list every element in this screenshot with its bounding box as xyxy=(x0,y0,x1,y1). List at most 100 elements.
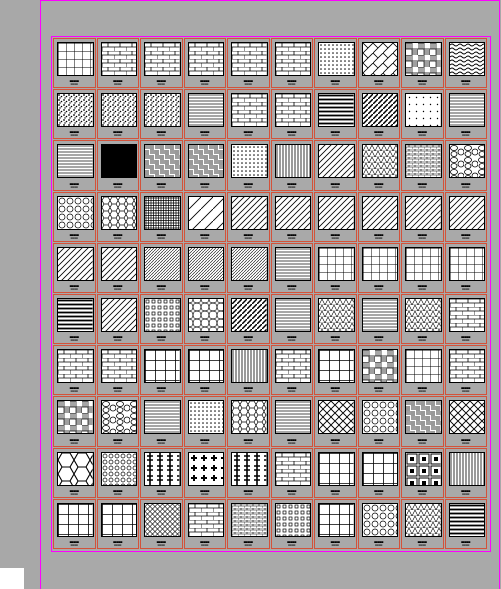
hatch-swatch-star[interactable]: ■■■■■ ▬▬▬▬ xyxy=(183,294,226,345)
hatch-swatch-lines-h[interactable]: ■■■■■ ▬▬▬▬ xyxy=(270,294,313,345)
hatch-swatch-diag[interactable]: ■■■■■ ▬▬▬▬ xyxy=(444,191,487,242)
hatch-swatch-diamond[interactable]: ■■■■■ ▬▬▬▬ xyxy=(444,396,487,447)
hatch-swatch-hex[interactable]: ■■■■■ ▬▬▬▬ xyxy=(227,396,270,447)
hatch-swatch-triangles[interactable]: ■■■■■ ▬▬▬▬ xyxy=(401,294,444,345)
hatch-swatch-noise[interactable]: ■■■■■ ▬▬▬▬ xyxy=(96,89,139,140)
hatch-swatch-weave[interactable]: ■■■■■ ▬▬▬▬ xyxy=(183,140,226,191)
hatch-swatch-lines-h[interactable]: ■■■■■ ▬▬▬▬ xyxy=(270,242,313,293)
hatch-swatch-grid-big[interactable]: ■■■■■ ▬▬▬▬ xyxy=(96,498,139,549)
hatch-swatch-diag[interactable]: ■■■■■ ▬▬▬▬ xyxy=(270,191,313,242)
hatch-swatch-lines-h[interactable]: ■■■■■ ▬▬▬▬ xyxy=(270,396,313,447)
hatch-swatch-weave[interactable]: ■■■■■ ▬▬▬▬ xyxy=(140,140,183,191)
hatch-swatch-ornament[interactable]: ■■■■■ ▬▬▬▬ xyxy=(227,447,270,498)
hatch-swatch-diag[interactable]: ■■■■■ ▬▬▬▬ xyxy=(314,191,357,242)
hatch-swatch-ornament[interactable]: ■■■■■ ▬▬▬▬ xyxy=(140,447,183,498)
hatch-swatch-grid-dots[interactable]: ■■■■■ ▬▬▬▬ xyxy=(270,498,313,549)
hatch-swatch-brick[interactable]: ■■■■■ ▬▬▬▬ xyxy=(270,38,313,89)
hatch-swatch-grid[interactable]: ■■■■■ ▬▬▬▬ xyxy=(314,242,357,293)
hatch-swatch-diamond-small[interactable]: ■■■■■ ▬▬▬▬ xyxy=(140,498,183,549)
hatch-swatch-grid-big[interactable]: ■■■■■ ▬▬▬▬ xyxy=(183,345,226,396)
hatch-swatch-hex-circles[interactable]: ■■■■■ ▬▬▬▬ xyxy=(53,191,96,242)
hatch-swatch-brick[interactable]: ■■■■■ ▬▬▬▬ xyxy=(227,38,270,89)
hatch-swatch-lines-h[interactable]: ■■■■■ ▬▬▬▬ xyxy=(140,396,183,447)
hatch-swatch-brick[interactable]: ■■■■■ ▬▬▬▬ xyxy=(444,294,487,345)
hatch-swatch-brick[interactable]: ■■■■■ ▬▬▬▬ xyxy=(270,89,313,140)
hatch-swatch-lines-h-thick[interactable]: ■■■■■ ▬▬▬▬ xyxy=(314,89,357,140)
hatch-swatch-diag[interactable]: ■■■■■ ▬▬▬▬ xyxy=(53,242,96,293)
hatch-swatch-vert-dense[interactable]: ■■■■■ ▬▬▬▬ xyxy=(270,140,313,191)
hatch-swatch-brick[interactable]: ■■■■■ ▬▬▬▬ xyxy=(96,345,139,396)
hatch-swatch-dots-sparse[interactable]: ■■■■■ ▬▬▬▬ xyxy=(401,89,444,140)
hatch-swatch-noise[interactable]: ■■■■■ ▬▬▬▬ xyxy=(53,89,96,140)
hatch-swatch-dots[interactable]: ■■■■■ ▬▬▬▬ xyxy=(314,38,357,89)
hatch-swatch-circles[interactable]: ■■■■■ ▬▬▬▬ xyxy=(96,447,139,498)
hatch-swatch-hex[interactable]: ■■■■■ ▬▬▬▬ xyxy=(96,191,139,242)
hatch-swatch-grid-big[interactable]: ■■■■■ ▬▬▬▬ xyxy=(314,498,357,549)
hatch-swatch-solid[interactable]: ■■■■■ ▬▬▬▬ xyxy=(96,140,139,191)
hatch-swatch-square-ornament[interactable]: ■■■■■ ▬▬▬▬ xyxy=(401,447,444,498)
hatch-swatch-lines-h-thick[interactable]: ■■■■■ ▬▬▬▬ xyxy=(53,294,96,345)
hatch-swatch-grid-big[interactable]: ■■■■■ ▬▬▬▬ xyxy=(314,447,357,498)
hatch-swatch-stones[interactable]: ■■■■■ ▬▬▬▬ xyxy=(96,396,139,447)
hatch-swatch-grid-big[interactable]: ■■■■■ ▬▬▬▬ xyxy=(357,447,400,498)
hatch-swatch-triangles[interactable]: ■■■■■ ▬▬▬▬ xyxy=(401,498,444,549)
hatch-swatch-triangles[interactable]: ■■■■■ ▬▬▬▬ xyxy=(314,294,357,345)
hatch-swatch-wave[interactable]: ■■■■■ ▬▬▬▬ xyxy=(444,38,487,89)
hatch-swatch-brick[interactable]: ■■■■■ ▬▬▬▬ xyxy=(53,345,96,396)
hatch-swatch-diag[interactable]: ■■■■■ ▬▬▬▬ xyxy=(96,294,139,345)
hatch-swatch-herring[interactable]: ■■■■■ ▬▬▬▬ xyxy=(357,38,400,89)
hatch-swatch-hex-big[interactable]: ■■■■■ ▬▬▬▬ xyxy=(53,447,96,498)
hatch-swatch-hex-circles[interactable]: ■■■■■ ▬▬▬▬ xyxy=(357,396,400,447)
hatch-swatch-vert-dense[interactable]: ■■■■■ ▬▬▬▬ xyxy=(444,447,487,498)
hatch-swatch-stones[interactable]: ■■■■■ ▬▬▬▬ xyxy=(444,140,487,191)
hatch-swatch-diag[interactable]: ■■■■■ ▬▬▬▬ xyxy=(96,242,139,293)
hatch-swatch-grid-big[interactable]: ■■■■■ ▬▬▬▬ xyxy=(140,345,183,396)
hatch-swatch-diag[interactable]: ■■■■■ ▬▬▬▬ xyxy=(227,191,270,242)
hatch-swatch-brick[interactable]: ■■■■■ ▬▬▬▬ xyxy=(140,38,183,89)
hatch-swatch-diag-dense[interactable]: ■■■■■ ▬▬▬▬ xyxy=(183,242,226,293)
hatch-swatch-lines-h[interactable]: ■■■■■ ▬▬▬▬ xyxy=(357,294,400,345)
hatch-swatch-brick[interactable]: ■■■■■ ▬▬▬▬ xyxy=(227,89,270,140)
hatch-swatch-grid[interactable]: ■■■■■ ▬▬▬▬ xyxy=(401,242,444,293)
hatch-swatch-triangles[interactable]: ■■■■■ ▬▬▬▬ xyxy=(357,140,400,191)
hatch-swatch-noise[interactable]: ■■■■■ ▬▬▬▬ xyxy=(140,89,183,140)
hatch-swatch-grid-big[interactable]: ■■■■■ ▬▬▬▬ xyxy=(53,498,96,549)
hatch-swatch-diamond[interactable]: ■■■■■ ▬▬▬▬ xyxy=(314,396,357,447)
hatch-swatch-parquet[interactable]: ■■■■■ ▬▬▬▬ xyxy=(53,396,96,447)
hatch-swatch-cross[interactable]: ■■■■■ ▬▬▬▬ xyxy=(183,447,226,498)
hatch-swatch-diag-thick[interactable]: ■■■■■ ▬▬▬▬ xyxy=(227,294,270,345)
hatch-swatch-brick[interactable]: ■■■■■ ▬▬▬▬ xyxy=(270,345,313,396)
hatch-swatch-grid-big[interactable]: ■■■■■ ▬▬▬▬ xyxy=(314,345,357,396)
hatch-swatch-lines-h[interactable]: ■■■■■ ▬▬▬▬ xyxy=(53,140,96,191)
hatch-swatch-dots[interactable]: ■■■■■ ▬▬▬▬ xyxy=(183,396,226,447)
hatch-swatch-lines-h[interactable]: ■■■■■ ▬▬▬▬ xyxy=(183,89,226,140)
hatch-swatch-diag[interactable]: ■■■■■ ▬▬▬▬ xyxy=(357,191,400,242)
hatch-swatch-weave[interactable]: ■■■■■ ▬▬▬▬ xyxy=(401,396,444,447)
hatch-swatch-parquet[interactable]: ■■■■■ ▬▬▬▬ xyxy=(357,345,400,396)
hatch-swatch-parquet[interactable]: ■■■■■ ▬▬▬▬ xyxy=(401,38,444,89)
hatch-swatch-brick[interactable]: ■■■■■ ▬▬▬▬ xyxy=(183,498,226,549)
hatch-swatch-diag-thick[interactable]: ■■■■■ ▬▬▬▬ xyxy=(357,89,400,140)
hatch-swatch-grid[interactable]: ■■■■■ ▬▬▬▬ xyxy=(401,345,444,396)
hatch-swatch-lines-h[interactable]: ■■■■■ ▬▬▬▬ xyxy=(444,89,487,140)
hatch-swatch-hex-circles[interactable]: ■■■■■ ▬▬▬▬ xyxy=(357,498,400,549)
hatch-swatch-crosshatch-dense[interactable]: ■■■■■ ▬▬▬▬ xyxy=(140,191,183,242)
hatch-swatch-diag[interactable]: ■■■■■ ▬▬▬▬ xyxy=(314,140,357,191)
hatch-swatch-brick[interactable]: ■■■■■ ▬▬▬▬ xyxy=(444,345,487,396)
hatch-swatch-brick-dense[interactable]: ■■■■■ ▬▬▬▬ xyxy=(227,498,270,549)
hatch-swatch-brick[interactable]: ■■■■■ ▬▬▬▬ xyxy=(96,38,139,89)
hatch-swatch-grid[interactable]: ■■■■■ ▬▬▬▬ xyxy=(444,242,487,293)
hatch-swatch-vert-dense[interactable]: ■■■■■ ▬▬▬▬ xyxy=(227,345,270,396)
hatch-swatch-grid[interactable]: ■■■■■ ▬▬▬▬ xyxy=(53,38,96,89)
hatch-swatch-grid[interactable]: ■■■■■ ▬▬▬▬ xyxy=(357,242,400,293)
hatch-swatch-diag-dense[interactable]: ■■■■■ ▬▬▬▬ xyxy=(140,242,183,293)
hatch-swatch-brick[interactable]: ■■■■■ ▬▬▬▬ xyxy=(270,447,313,498)
hatch-swatch-grid-dots[interactable]: ■■■■■ ▬▬▬▬ xyxy=(140,294,183,345)
hatch-swatch-brick-dense[interactable]: ■■■■■ ▬▬▬▬ xyxy=(401,140,444,191)
hatch-swatch-diag-sparse[interactable]: ■■■■■ ▬▬▬▬ xyxy=(183,191,226,242)
hatch-swatch-diag-dense[interactable]: ■■■■■ ▬▬▬▬ xyxy=(227,242,270,293)
hatch-swatch-lines-h-thick[interactable]: ■■■■■ ▬▬▬▬ xyxy=(444,498,487,549)
hatch-swatch-diag[interactable]: ■■■■■ ▬▬▬▬ xyxy=(401,191,444,242)
hatch-swatch-brick[interactable]: ■■■■■ ▬▬▬▬ xyxy=(183,38,226,89)
hatch-swatch-dots[interactable]: ■■■■■ ▬▬▬▬ xyxy=(227,140,270,191)
